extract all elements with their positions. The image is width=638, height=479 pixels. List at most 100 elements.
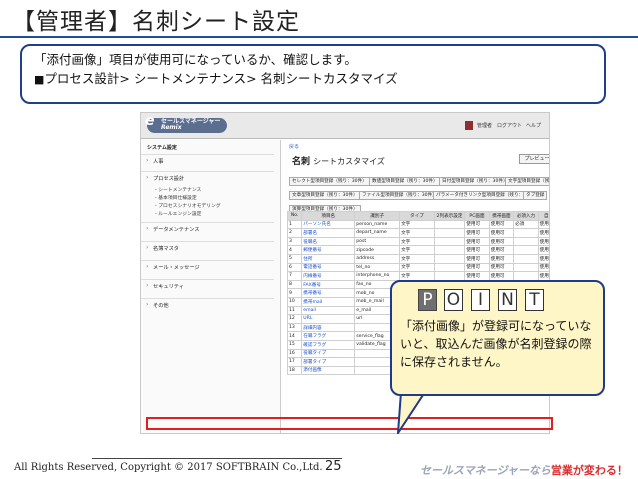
table-cell: 使用可 — [464, 253, 490, 264]
table-cell: 9 — [286, 288, 303, 298]
field-name-link[interactable]: 携帯mail — [301, 296, 356, 307]
field-name-link[interactable]: URL — [301, 314, 356, 324]
field-name-link[interactable]: 郵便番号 — [301, 245, 356, 255]
add-tab-button[interactable]: タブ登録 — [523, 191, 548, 200]
sidebar-sub-basic-spec[interactable]: - 基本項目仕様設定 — [155, 194, 197, 201]
sidebar-header: システム設定 — [147, 145, 177, 151]
sidebar-sub-sheet-maintenance[interactable]: - シートメンテナンス — [155, 186, 201, 193]
preview-button[interactable]: プレビュー — [519, 154, 549, 164]
add-textarea-field-button[interactable]: 文章型項目登録（残り：30件） — [289, 191, 361, 200]
table-cell: 使用不 — [537, 245, 549, 255]
field-name-link[interactable]: パーソン氏名 — [301, 219, 356, 230]
field-name-link[interactable]: FAX番号 — [301, 279, 356, 290]
sidebar-sub-scenario[interactable]: - プロセスシナリオモデリング — [155, 202, 221, 209]
header-link-help[interactable]: ヘルプ — [526, 122, 541, 129]
table-cell — [513, 236, 539, 247]
add-select-field-button[interactable]: セレクト型項目登録（残り：30件） — [289, 177, 370, 186]
table-row[interactable]: 3役職名post文字 使用可使用可 使用不 — [286, 236, 549, 247]
table-row[interactable]: 2部署名depart_name文字 使用可使用可 使用不 — [286, 228, 549, 238]
back-link[interactable]: 戻る — [289, 143, 299, 150]
table-row[interactable]: 5住所address文字 使用可使用可 使用不 — [286, 253, 549, 264]
table-row[interactable]: 1パーソン氏名person_name文字使用可使用可必須使用不 — [286, 219, 549, 230]
table-cell: 文字 — [399, 253, 435, 264]
table-cell: 1 — [286, 219, 303, 230]
brand-slogan: 営業が変わる！ — [550, 464, 628, 477]
add-file-field-button[interactable]: ファイル型項目登録（残り：30件） — [359, 191, 440, 200]
table-cell: 6 — [286, 262, 303, 273]
table-cell — [433, 253, 466, 264]
table-cell — [433, 228, 466, 238]
table-cell: 13 — [286, 322, 303, 333]
table-row[interactable]: 7内線番号interphone_no文字 使用可使用可 使用不 — [286, 271, 549, 281]
field-name-link[interactable]: 電話番号 — [301, 262, 356, 273]
field-name-link[interactable]: 携帯番号 — [301, 288, 356, 298]
table-cell — [433, 245, 466, 255]
title-divider — [0, 36, 638, 38]
page-title: 名刺 シートカスタマイズ — [292, 154, 385, 167]
table-header-cell: 項目名 — [301, 211, 356, 221]
table-header-cell: 携帯画面 — [488, 211, 515, 221]
field-name-link[interactable]: 部署タイプ — [301, 357, 356, 367]
table-cell: 使用可 — [464, 262, 490, 273]
field-name-link[interactable]: 内線番号 — [301, 271, 356, 281]
table-cell: 12 — [286, 314, 303, 324]
table-cell: 使用可 — [464, 236, 490, 247]
table-row[interactable]: 6電話番号tel_no文字 使用可使用可 使用不 — [286, 262, 549, 273]
add-number-field-button[interactable]: 数値型項目登録（残り：30件） — [369, 177, 441, 186]
field-name-link[interactable]: 在職フラグ — [301, 331, 356, 341]
instruction-callout: 「添付画像」項目が使用可になっているか、確認します。 ■プロセス設計> シートメ… — [20, 44, 606, 104]
field-name-link[interactable]: 役職名 — [301, 236, 356, 247]
header-link-logout[interactable]: ログアウト — [497, 122, 522, 129]
table-header-cell: タイプ — [399, 211, 435, 221]
brand-tagline: セールスマネージャーなら営業が変わる！ — [420, 462, 628, 478]
sidebar-item-meibo[interactable]: 名簿マスタ — [141, 241, 274, 254]
field-name-link[interactable]: 部署名 — [301, 228, 356, 238]
logo-text-2: Remix — [161, 124, 182, 131]
table-cell: 使用可 — [464, 245, 490, 255]
header-link-admin[interactable]: 管理者 — [477, 122, 492, 129]
field-name-link[interactable]: 添付画像 — [301, 365, 356, 376]
sidebar-item-mail[interactable]: メール・メッセージ — [141, 260, 274, 273]
table-cell: 文字 — [399, 271, 435, 281]
point-text: 「添付画像」が登録可になっていないと、取込んだ画像が名刺登録の際に保存されません… — [400, 319, 592, 369]
sidebar-item-jinji[interactable]: 人事 — [141, 154, 274, 167]
table-cell: interphone_no — [354, 271, 401, 281]
table-cell: 7 — [286, 271, 303, 281]
field-name-link[interactable]: email — [301, 305, 356, 316]
point-letter-n: N — [498, 289, 517, 311]
table-cell: depart_name — [354, 228, 401, 238]
callout-line-1: 「添付画像」項目が使用可になっているか、確認します。 — [34, 52, 357, 67]
sidebar-item-other[interactable]: その他 — [141, 298, 274, 311]
field-name-link[interactable]: 住所 — [301, 253, 356, 264]
table-cell — [433, 271, 466, 281]
sidebar-item-security[interactable]: セキュリティ — [141, 279, 274, 292]
user-avatar[interactable] — [465, 121, 473, 130]
field-name-link[interactable]: 確認フラグ — [301, 339, 356, 350]
sidebar-item-data-maintenance[interactable]: データメンテナンス — [141, 222, 274, 235]
table-row[interactable]: 4郵便番号zipcode文字 使用可使用可 使用不 — [286, 245, 549, 255]
sidebar-item-process[interactable]: プロセス設計 — [141, 171, 274, 184]
add-text-field-button[interactable]: 文字型項目登録（残り：30件） — [505, 177, 549, 186]
table-cell: 文字 — [399, 245, 435, 255]
table-cell — [433, 262, 466, 273]
callout-line-2: ■プロセス設計> シートメンテナンス> 名刺シートカスタマイズ — [34, 69, 592, 89]
sidebar: システム設定 人事 プロセス設計 - シートメンテナンス - 基本項目仕様設定 … — [141, 140, 281, 433]
table-cell — [513, 271, 539, 281]
table-cell — [433, 236, 466, 247]
table-cell — [433, 219, 466, 230]
table-cell: 文字 — [399, 228, 435, 238]
add-date-field-button[interactable]: 日付型項目登録（残り：30件） — [439, 177, 511, 186]
sidebar-sub-rule-engine[interactable]: - ルールエンジン設定 — [155, 210, 201, 217]
field-name-link[interactable]: 役職タイプ — [301, 348, 356, 359]
table-cell: 使用不 — [537, 228, 549, 238]
table-cell: 使用可 — [488, 236, 515, 247]
table-cell: 使用可 — [488, 253, 515, 264]
table-cell: 10 — [286, 296, 303, 307]
point-letter-p: P — [418, 289, 437, 311]
table-cell: 11 — [286, 305, 303, 316]
page-number: 25 — [325, 459, 342, 474]
callout-path-text: プロセス設計> シートメンテナンス> 名刺シートカスタマイズ — [44, 71, 398, 86]
table-cell: 14 — [286, 331, 303, 341]
field-name-link[interactable]: 詳細内容 — [301, 322, 356, 333]
table-cell: 文字 — [399, 262, 435, 273]
